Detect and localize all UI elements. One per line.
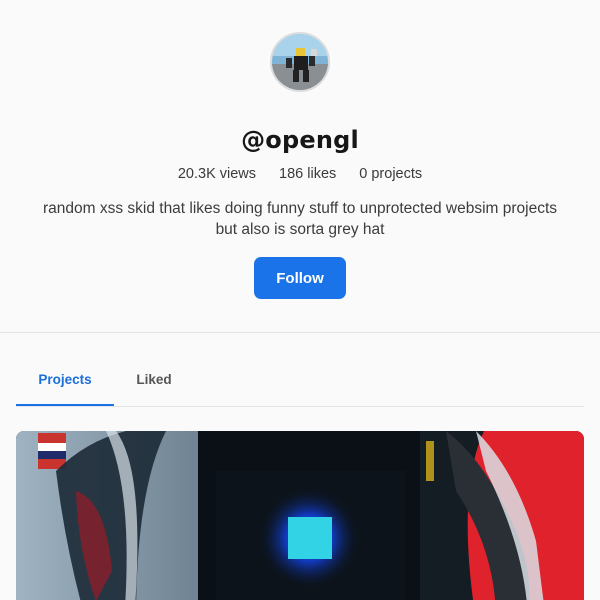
bio-line: random xss skid that likes doing funny s…	[42, 200, 558, 217]
profile-stats: 20.3K views 186 likes 0 projects	[0, 166, 600, 182]
profile-header: @opengl 20.3K views 186 likes 0 projects…	[0, 0, 600, 299]
tab-liked[interactable]: Liked	[114, 356, 194, 405]
username: @opengl	[241, 126, 359, 154]
tab-projects[interactable]: Projects	[16, 356, 114, 406]
bio: random xss skid that likes doing funny s…	[20, 198, 580, 240]
avatar-image	[272, 34, 328, 90]
profile-page: @opengl 20.3K views 186 likes 0 projects…	[0, 0, 600, 600]
views-count: 20.3K views	[177, 166, 257, 182]
project-thumbnail	[16, 431, 584, 600]
profile-tabs: Projects Liked	[16, 356, 584, 407]
avatar[interactable]	[270, 32, 330, 92]
bio-line: but also is sorta grey hat	[215, 221, 385, 238]
projects-count: 0 projects	[359, 166, 423, 182]
project-card[interactable]	[16, 431, 584, 600]
follow-button[interactable]: Follow	[254, 257, 346, 299]
section-divider	[0, 332, 600, 333]
likes-count: 186 likes	[279, 166, 337, 182]
